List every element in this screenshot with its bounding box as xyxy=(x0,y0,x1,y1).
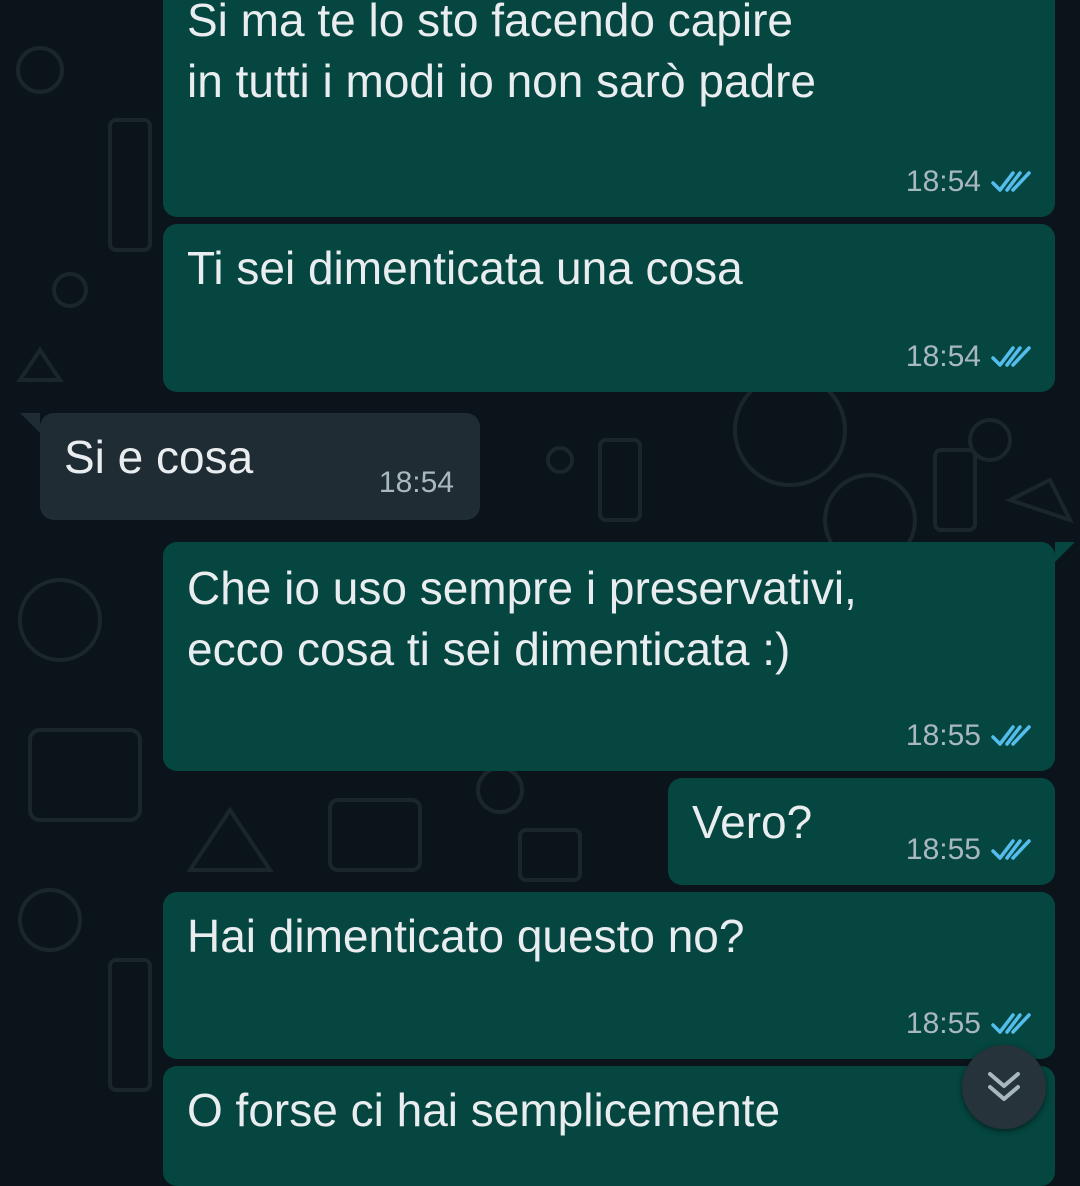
message-list[interactable]: Si ma te lo sto facendo capire in tutti … xyxy=(0,0,1080,1186)
scroll-to-bottom-button[interactable] xyxy=(962,1045,1046,1129)
message-text: Vero? xyxy=(692,796,813,848)
message-text: Hai dimenticato questo no? xyxy=(187,910,745,962)
message-text: Che io uso sempre i preservativi, ecco c… xyxy=(187,562,857,675)
message-time: 18:54 xyxy=(905,165,981,198)
message-text: Si e cosa xyxy=(64,431,254,483)
message-time: 18:55 xyxy=(905,719,981,752)
double-check-icon xyxy=(991,344,1033,370)
outgoing-message-bubble[interactable]: Ti sei dimenticata una cosa 18:54 xyxy=(163,224,1055,392)
outgoing-message-bubble[interactable]: Hai dimenticato questo no? 18:55 xyxy=(163,892,1055,1059)
message-meta: 18:54 xyxy=(906,165,1033,199)
outgoing-message-bubble[interactable]: Vero? 18:55 xyxy=(668,778,1055,885)
message-meta: 18:54 xyxy=(379,466,454,500)
outgoing-message-bubble[interactable]: O forse ci hai semplicemente xyxy=(163,1066,1055,1186)
message-meta: 18:55 xyxy=(906,833,1033,867)
message-text: O forse ci hai semplicemente xyxy=(187,1084,781,1136)
double-check-icon xyxy=(991,1011,1033,1037)
message-time: 18:54 xyxy=(905,340,981,373)
message-meta: 18:54 xyxy=(906,340,1033,374)
double-check-icon xyxy=(991,837,1033,863)
double-check-icon xyxy=(991,169,1033,195)
message-time: 18:55 xyxy=(905,1007,981,1040)
incoming-message-bubble[interactable]: Si e cosa 18:54 xyxy=(20,413,480,520)
outgoing-message-bubble[interactable]: Che io uso sempre i preservativi, ecco c… xyxy=(163,542,1075,771)
message-meta: 18:55 xyxy=(906,1007,1033,1041)
bubble-tail xyxy=(1055,542,1075,562)
double-check-icon xyxy=(991,723,1033,749)
message-text: Si ma te lo sto facendo capire in tutti … xyxy=(187,0,817,107)
chevron-double-down-icon xyxy=(988,1072,1020,1101)
outgoing-message-bubble[interactable]: Si ma te lo sto facendo capire in tutti … xyxy=(163,0,1055,217)
message-text: Ti sei dimenticata una cosa xyxy=(187,242,743,294)
message-time: 18:55 xyxy=(905,833,981,866)
message-meta: 18:55 xyxy=(906,719,1033,753)
message-time: 18:54 xyxy=(378,466,454,499)
bubble-tail xyxy=(20,413,40,433)
